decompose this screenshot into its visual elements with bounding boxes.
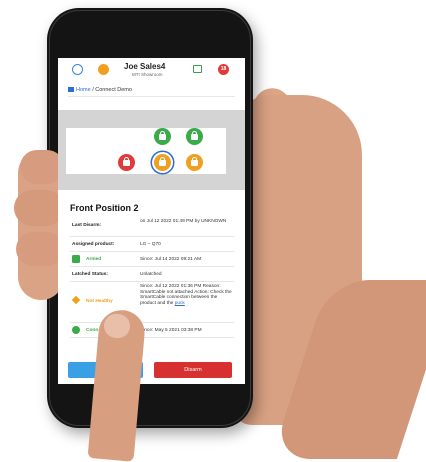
row-label: Last Disarm: [72,223,102,228]
breadcrumb-home[interactable]: Home [76,87,91,93]
lock-map [58,110,245,190]
brand-logo-icon [98,64,109,75]
lock-icon-armed[interactable] [186,128,203,145]
app-subtitle: MTI Showroom [132,72,163,77]
position-title: Front Position 2 [70,203,139,213]
breadcrumb-current: Connect Demo [95,87,132,93]
lock-icon-alarm[interactable] [118,154,135,171]
status-label-connected: Conn [86,328,99,333]
notification-badge[interactable]: 18 [218,64,229,75]
health-reason: Since: Jul 12 2022 01:36 PM Reason: Smar… [140,284,232,306]
lock-icon [72,255,80,263]
disarm-button[interactable]: Disarm [154,362,232,378]
table-row: Not Healthy Since: Jul 12 2022 01:36 PM … [70,282,234,323]
puck-link[interactable]: puck [175,301,185,306]
table-row: Conn Since: May 5 2021 03:38 PM [70,323,234,338]
breadcrumb: Home / Connect Demo [68,84,235,97]
table-row: Assigned product: LG – Q70 [70,237,234,252]
table-row: Last Disarm: on Jul 12 2022 01:49 PM by … [70,216,234,237]
home-icon[interactable] [68,87,74,93]
row-value: Since: Jul 12 2022 01:36 PM Reason: Smar… [140,284,232,306]
grid-icon[interactable] [193,65,202,73]
check-icon [72,326,80,334]
status-label-health: Not Healthy [86,299,113,304]
finger-segment [16,232,64,266]
phone-screen: Joe Sales4 MTI Showroom 18 Home / Connec… [58,58,245,384]
row-value: Since: May 5 2021 03:38 PM [140,328,202,333]
row-value: Unlatched [140,272,162,277]
breadcrumb-separator: / [92,87,94,93]
finger-segment [14,190,64,226]
status-label-armed: Armed [86,257,102,262]
lock-icon-selected[interactable] [154,154,171,171]
photo-scene: Joe Sales4 MTI Showroom 18 Home / Connec… [0,0,426,462]
table-row: Armed Since: Jul 14 2022 09:21 AM [70,252,234,267]
table-row: Latched Status: Unlatched [70,267,234,282]
lock-icon-warning[interactable] [186,154,203,171]
details-table: Last Disarm: on Jul 12 2022 01:49 PM by … [70,216,234,338]
row-value: Since: Jul 14 2022 09:21 AM [140,257,202,262]
lock-icon-armed[interactable] [154,128,171,145]
app-header: Joe Sales4 MTI Showroom 18 [58,58,245,82]
warning-icon [71,295,81,305]
user-icon[interactable] [72,64,83,75]
row-label: Assigned product: [72,242,115,247]
row-value: LG – Q70 [140,242,161,247]
row-label: Latched Status: [72,272,108,277]
row-value: on Jul 12 2022 01:49 PM by UNKNOWN [140,219,227,224]
app-title: Joe Sales4 [124,62,166,71]
